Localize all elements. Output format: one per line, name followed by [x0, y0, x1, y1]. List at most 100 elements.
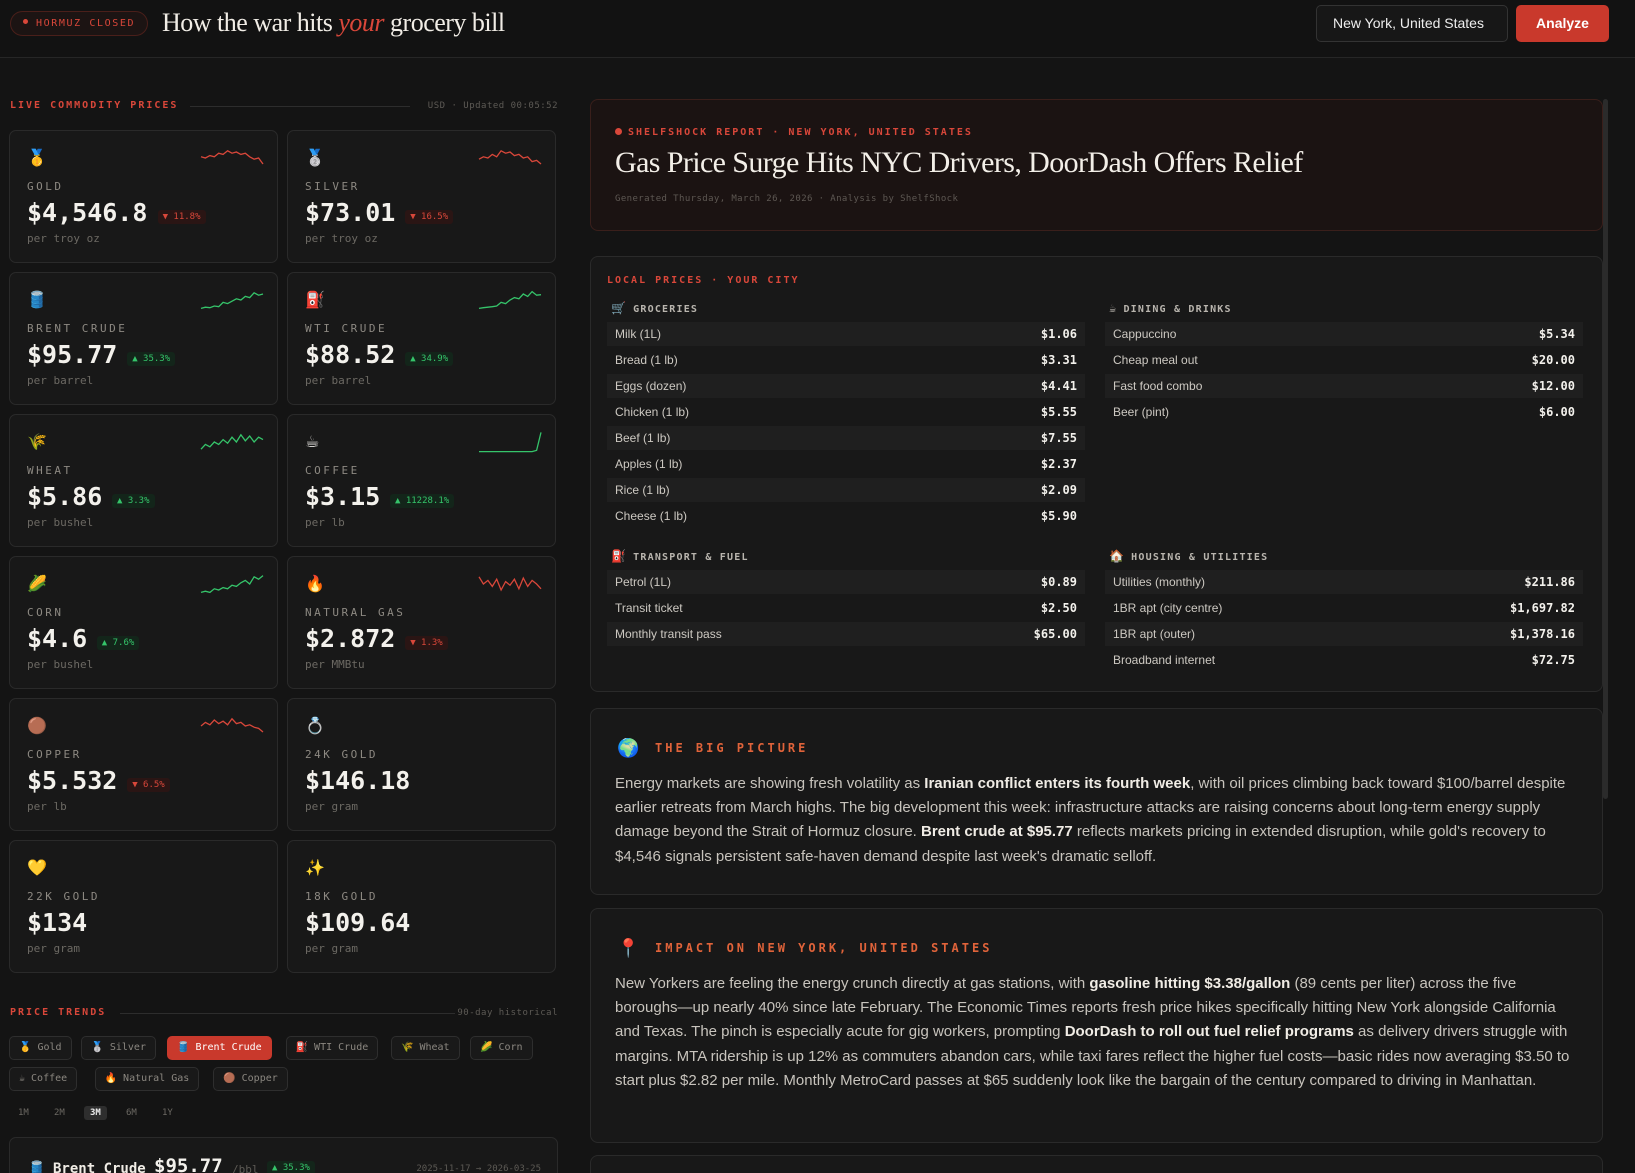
big-picture-panel: 🌍 THE BIG PICTURE Energy markets are sho…: [590, 708, 1603, 895]
chip-copper[interactable]: 🟤 Copper: [213, 1067, 288, 1091]
chip-gold[interactable]: 🥇 Gold: [9, 1036, 72, 1060]
chip-wheat[interactable]: 🌾 Wheat: [391, 1036, 460, 1060]
price-row: Petrol (1L) $0.89: [607, 570, 1085, 594]
price-item-label: Petrol (1L): [615, 575, 672, 589]
price-row: Beer (pint) $6.00: [1105, 400, 1583, 424]
sparkline-line: [200, 717, 264, 733]
price-item-value: $6.00: [1538, 405, 1575, 419]
trends-section-header: PRICE TRENDS 90-day historical: [10, 1007, 558, 1021]
commodity-price: $4.6: [27, 624, 88, 653]
price-item-value: $1,378.16: [1509, 627, 1575, 641]
group-title-text: DINING & DRINKS: [1123, 304, 1232, 315]
commodity-price: $4,546.8: [27, 198, 148, 227]
fuel-pump-icon: ⛽: [305, 292, 325, 309]
commodity-price: $109.64: [305, 908, 411, 937]
price-item-label: Monthly transit pass: [615, 627, 722, 641]
scrollbar[interactable]: [1603, 99, 1608, 799]
oil-barrel-icon: 🛢️: [27, 292, 47, 309]
range-2m[interactable]: 2M: [48, 1106, 71, 1120]
chip-brent-crude[interactable]: 🛢️ Brent Crude: [167, 1036, 272, 1060]
transport-group-title: ⛽ TRANSPORT & FUEL: [611, 549, 749, 563]
commodity-name: CORN: [27, 606, 64, 619]
report-generated: Generated Thursday, March 26, 2026 · Ana…: [615, 194, 959, 204]
highlight-text: Iranian conflict enters its fourth week: [924, 775, 1191, 792]
group-title-text: HOUSING & UTILITIES: [1131, 552, 1269, 563]
analyze-button[interactable]: Analyze: [1516, 5, 1609, 42]
commodity-change-badge: ▼ 11.8%: [157, 210, 206, 224]
commodity-card[interactable]: 🛢️ BRENT CRUDE $95.77 ▲ 35.3% per barrel: [9, 272, 278, 405]
price-row: 1BR apt (outer) $1,378.16: [1105, 622, 1583, 646]
chip-icon: ☕: [19, 1073, 26, 1084]
commodity-card[interactable]: 🌽 CORN $4.6 ▲ 7.6% per bushel: [9, 556, 278, 689]
groceries-group-title: 🛒 GROCERIES: [611, 301, 698, 315]
chip-icon: 🥇: [19, 1042, 32, 1053]
commodity-name: GOLD: [27, 180, 64, 193]
gold-medal-icon: 🥇: [27, 150, 47, 167]
hormuz-closed-badge: HORMUZ CLOSED: [10, 11, 149, 36]
commodity-card[interactable]: ☕ COFFEE $3.15 ▲ 11228.1% per lb: [287, 414, 556, 547]
price-item-value: $2.37: [1040, 457, 1077, 471]
sparkles-icon: ✨: [305, 860, 325, 877]
commodity-card[interactable]: 🔥 NATURAL GAS $2.872 ▼ 1.3% per MMBtu: [287, 556, 556, 689]
price-row: Bread (1 lb) $3.31: [607, 348, 1085, 372]
chip-coffee[interactable]: ☕ Coffee: [9, 1067, 78, 1091]
chip-natural-gas[interactable]: 🔥 Natural Gas: [94, 1067, 200, 1091]
title-pre: How the war hits: [162, 8, 339, 37]
commodity-card[interactable]: 🥇 GOLD $4,546.8 ▼ 11.8% per troy oz: [9, 130, 278, 263]
chip-icon: 🌾: [401, 1042, 414, 1053]
commodity-name: BRENT CRUDE: [27, 322, 128, 335]
chip-corn[interactable]: 🌽 Corn: [470, 1036, 533, 1060]
price-item-label: Cappuccino: [1113, 327, 1177, 341]
section-divider: [190, 106, 410, 107]
commodity-price: $95.77: [27, 340, 118, 369]
updated-timestamp: USD · Updated 00:05:52: [427, 101, 558, 111]
price-item-label: Bread (1 lb): [615, 353, 678, 367]
status-dot-icon: [23, 19, 28, 24]
commodity-card[interactable]: 💍 24K GOLD $146.18 per gram: [287, 698, 556, 831]
commodity-unit: per lb: [305, 516, 345, 529]
commodity-card[interactable]: ✨ 18K GOLD $109.64 per gram: [287, 840, 556, 973]
range-1m[interactable]: 1M: [12, 1106, 35, 1120]
silver-medal-icon: 🥈: [305, 150, 325, 167]
wheat-icon: 🌾: [27, 434, 47, 451]
range-3m[interactable]: 3M: [84, 1106, 107, 1120]
trend-price: $95.77: [154, 1155, 223, 1173]
commodities-section-label: LIVE COMMODITY PRICES: [10, 100, 179, 111]
commodity-card[interactable]: 💛 22K GOLD $134 per gram: [9, 840, 278, 973]
price-item-value: $4.41: [1040, 379, 1077, 393]
trends-range-note: 90-day historical: [457, 1008, 558, 1018]
price-row: Fast food combo $12.00: [1105, 374, 1583, 398]
highlight-text: Brent crude at $95.77: [921, 823, 1073, 841]
badge-label: HORMUZ CLOSED: [36, 18, 136, 29]
price-item-label: Transit ticket: [615, 601, 683, 615]
range-6m[interactable]: 6M: [120, 1106, 143, 1120]
group-title-text: GROCERIES: [633, 304, 699, 315]
sparkline-chart: [478, 149, 542, 165]
coffee-icon: ☕: [305, 434, 320, 451]
price-row: Cheese (1 lb) $5.90: [607, 504, 1085, 528]
title-accent: your: [338, 8, 385, 37]
range-1y[interactable]: 1Y: [156, 1106, 179, 1120]
commodity-card[interactable]: ⛽ WTI CRUDE $88.52 ▲ 34.9% per barrel: [287, 272, 556, 405]
sparkline-line: [200, 150, 264, 165]
commodity-card[interactable]: 🥈 SILVER $73.01 ▼ 16.5% per troy oz: [287, 130, 556, 263]
price-item-value: $7.55: [1040, 431, 1077, 445]
commodity-card[interactable]: 🟤 COPPER $5.532 ▼ 6.5% per lb: [9, 698, 278, 831]
price-item-value: $2.09: [1040, 483, 1077, 497]
chip-wti-crude[interactable]: ⛽ WTI Crude: [285, 1036, 379, 1060]
price-item-label: Cheap meal out: [1113, 353, 1198, 367]
price-item-value: $3.31: [1040, 353, 1077, 367]
price-item-label: Beer (pint): [1113, 405, 1170, 419]
trend-commodity-name: Brent Crude: [53, 1161, 146, 1173]
sparkline-line: [479, 432, 542, 453]
chip-silver[interactable]: 🥈 Silver: [81, 1036, 156, 1060]
price-row: 1BR apt (city centre) $1,697.82: [1105, 596, 1583, 620]
price-item-label: Cheese (1 lb): [615, 509, 688, 523]
commodity-card[interactable]: 🌾 WHEAT $5.86 ▲ 3.3% per bushel: [9, 414, 278, 547]
report-kicker-text: SHELFSHOCK REPORT · NEW YORK, UNITED STA…: [628, 127, 973, 138]
sparkline-chart: [200, 291, 264, 310]
price-item-label: 1BR apt (city centre): [1113, 601, 1223, 615]
chip-label: Natural Gas: [123, 1073, 190, 1084]
price-row: Beef (1 lb) $7.55: [607, 426, 1085, 450]
location-input[interactable]: New York, United States: [1316, 5, 1508, 42]
